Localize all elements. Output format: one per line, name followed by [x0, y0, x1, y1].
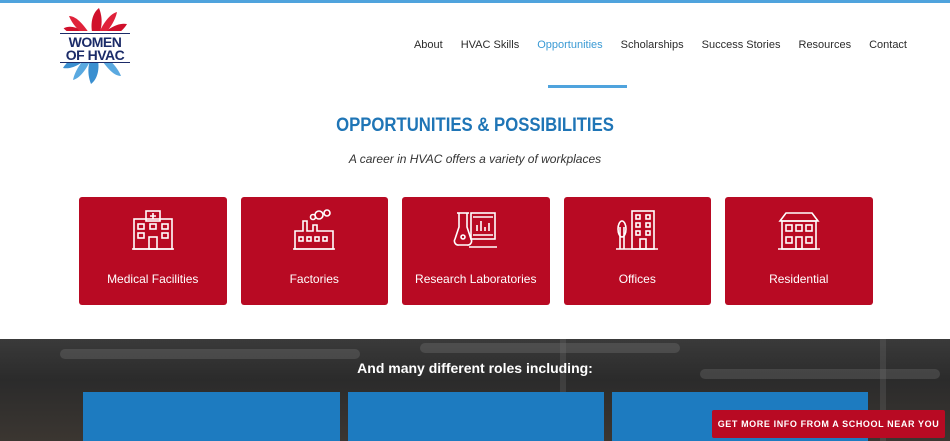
nav-opportunities[interactable]: Opportunities [528, 38, 611, 52]
card-residential[interactable]: Residential [725, 197, 873, 305]
factory-icon [293, 209, 336, 250]
nav-success-stories[interactable]: Success Stories [693, 38, 790, 52]
nav-active-indicator [548, 85, 627, 88]
card-offices[interactable]: Offices [563, 197, 711, 305]
card-label: Medical Facilities [107, 272, 199, 286]
page-title: OPPORTUNITIES & POSSIBILITIES [336, 115, 614, 136]
card-label: Research Laboratories [415, 272, 537, 286]
nav-scholarships[interactable]: Scholarships [612, 38, 693, 52]
card-research-laboratories[interactable]: Research Laboratories [402, 197, 550, 305]
role-card[interactable] [83, 392, 340, 441]
school-info-cta-button[interactable]: GET MORE INFO FROM A SCHOOL NEAR YOU [712, 410, 945, 438]
card-label: Residential [769, 272, 829, 286]
card-label: Factories [289, 272, 339, 286]
workplace-cards: Medical Facilities Factories Research La… [79, 197, 873, 305]
card-medical-facilities[interactable]: Medical Facilities [79, 197, 227, 305]
roles-title: And many different roles including: [357, 360, 593, 376]
logo-text-line2: OF HVAC [65, 47, 125, 63]
women-of-hvac-logo[interactable]: WOMEN OF HVAC [52, 4, 138, 86]
nav-hvac-skills[interactable]: HVAC Skills [452, 38, 528, 52]
role-card[interactable] [348, 392, 604, 441]
page-subtitle: A career in HVAC offers a variety of wor… [348, 152, 602, 166]
card-factories[interactable]: Factories [240, 197, 388, 305]
bg-pipe [60, 349, 360, 359]
card-label: Offices [618, 272, 656, 286]
hospital-icon [131, 210, 174, 250]
top-accent-line [0, 0, 950, 3]
nav-resources[interactable]: Resources [790, 38, 861, 52]
office-building-icon [616, 210, 659, 250]
logo-rule-bottom [60, 62, 130, 63]
house-icon [777, 212, 820, 250]
nav-contact[interactable]: Contact [860, 38, 916, 52]
laboratory-icon [453, 212, 497, 248]
nav-about[interactable]: About [405, 38, 452, 52]
main-nav: About HVAC Skills Opportunities Scholars… [405, 38, 916, 52]
bg-pipe [420, 343, 680, 353]
